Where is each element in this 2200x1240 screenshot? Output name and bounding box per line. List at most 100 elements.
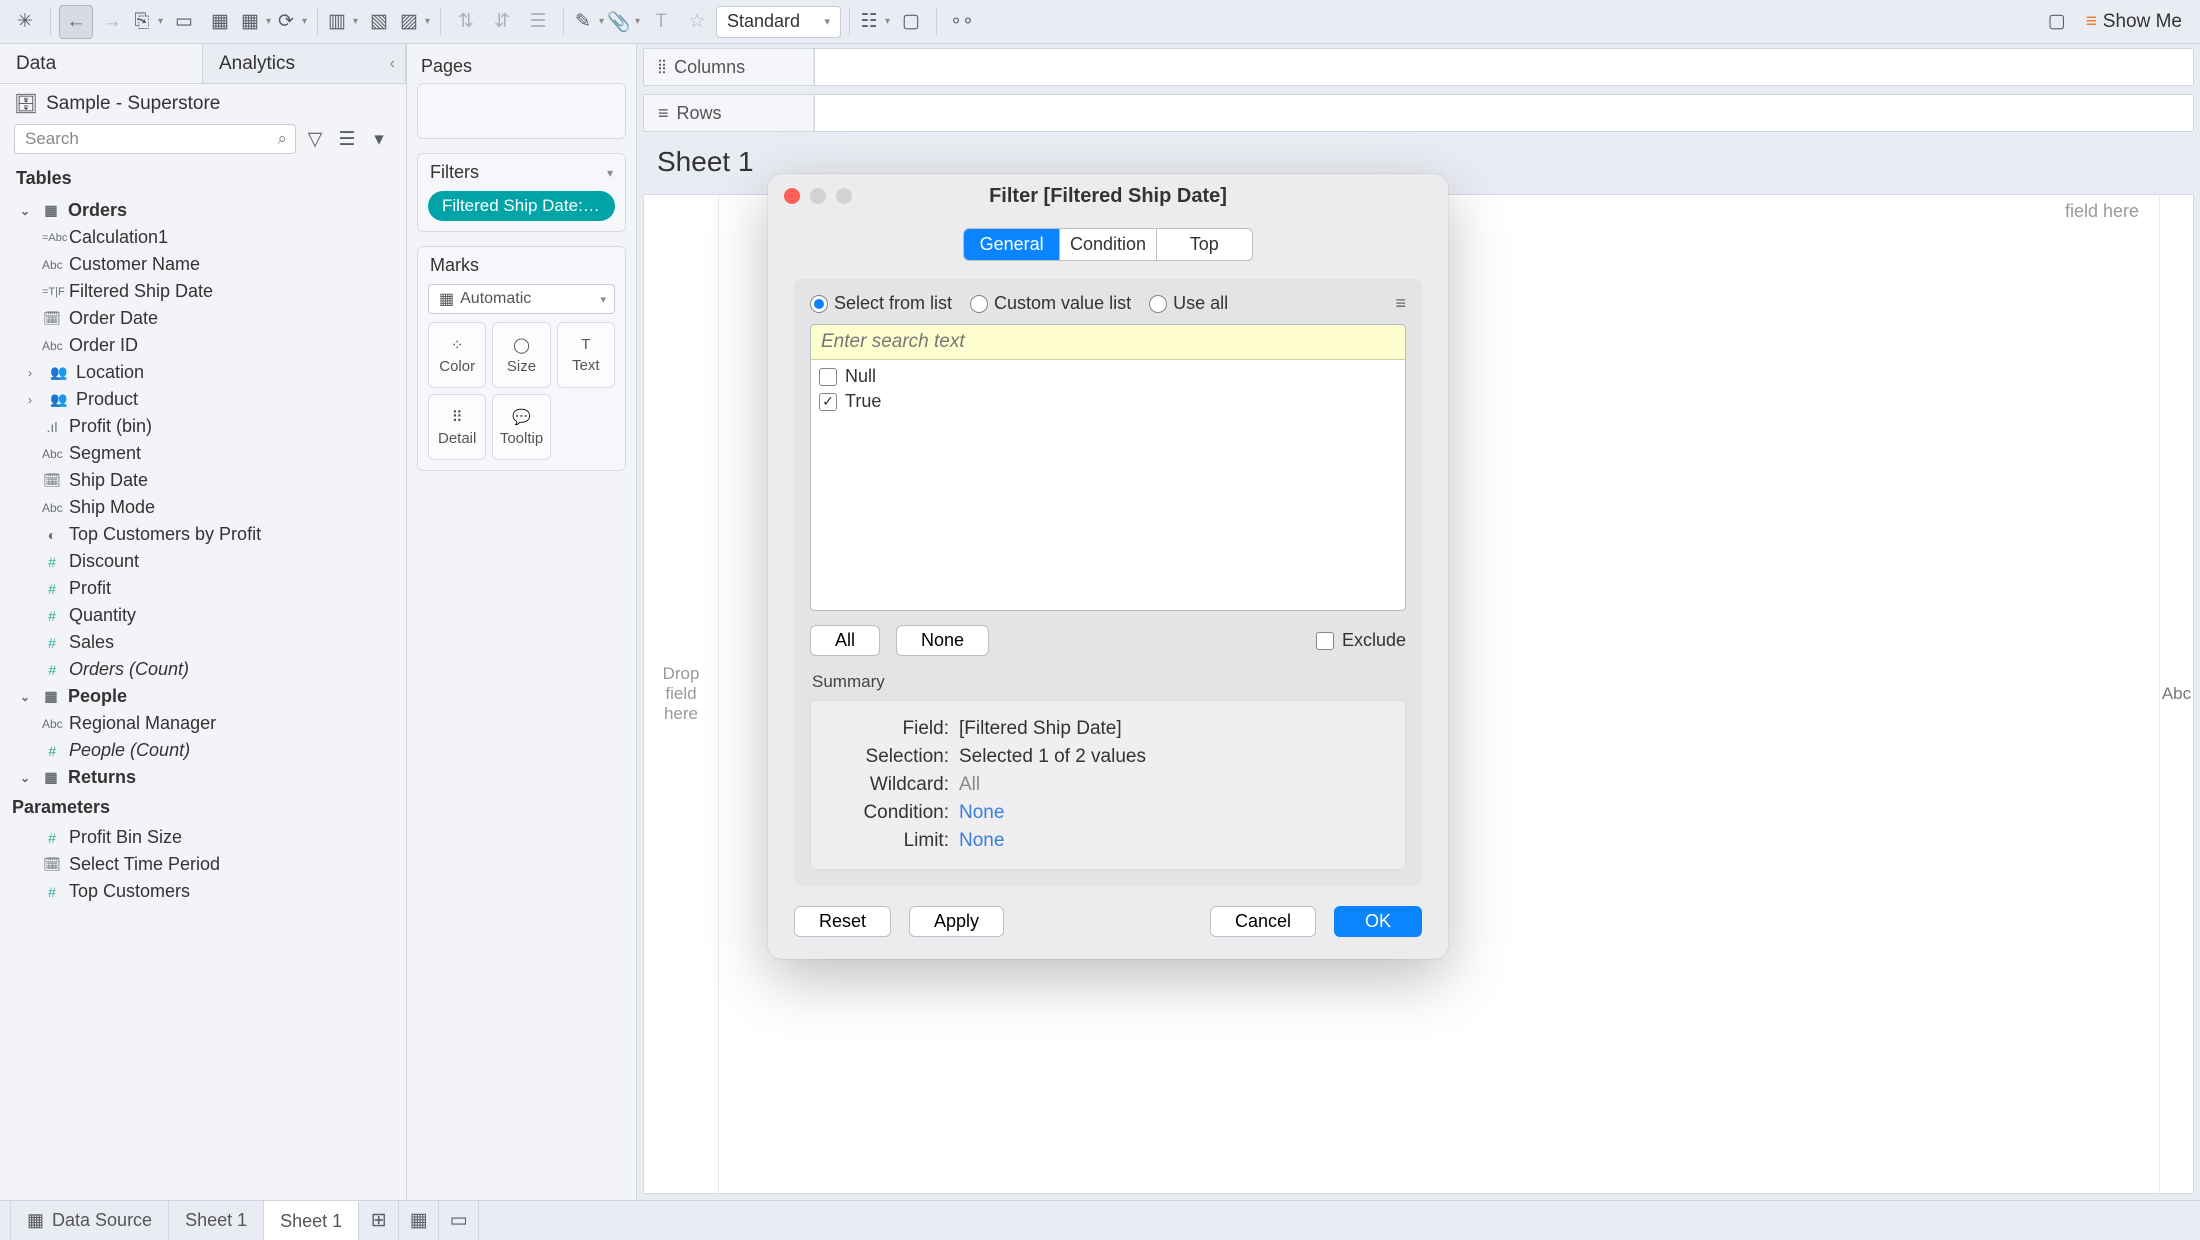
field-filtered-ship-date[interactable]: =T|FFiltered Ship Date [8, 278, 398, 305]
new-sheet-button[interactable]: ▥ [326, 5, 360, 39]
minimize-window-button[interactable] [810, 188, 826, 204]
labels-button[interactable]: T [644, 5, 678, 39]
marks-size[interactable]: ◯Size [492, 322, 550, 388]
filter-dialog: Filter [Filtered Ship Date] General Cond… [768, 174, 1448, 959]
new-worksheet-button[interactable]: ▦ [203, 5, 237, 39]
filter-fields-icon[interactable]: ▽ [302, 126, 328, 152]
field-order-date[interactable]: 🗓Order Date [8, 305, 398, 332]
share-button[interactable]: ∘∘ [945, 5, 979, 39]
group-button[interactable]: 📎 [608, 5, 642, 39]
clear-button[interactable]: ▧ [362, 5, 396, 39]
ok-button[interactable]: OK [1334, 906, 1422, 937]
filters-shelf[interactable]: Filters▾ Filtered Ship Date: Tr.. [417, 153, 626, 232]
new-worksheet-tab[interactable]: ⊞ [359, 1201, 399, 1240]
tab-top[interactable]: Top [1156, 229, 1252, 260]
marks-detail[interactable]: ⠿Detail [428, 394, 486, 460]
apply-button[interactable]: Apply [909, 906, 1004, 937]
tab-sheet1-a[interactable]: Sheet 1 [169, 1201, 264, 1240]
field-profit-bin[interactable]: .ılProfit (bin) [8, 413, 398, 440]
radio-select-from-list[interactable]: Select from list [810, 293, 952, 314]
datasource-row[interactable]: 🗄 Sample - Superstore [0, 84, 406, 124]
filter-value-true[interactable]: True [819, 389, 1397, 414]
rows-shelf[interactable]: ≡Rows [643, 94, 2194, 132]
tab-data-source[interactable]: ▦Data Source [10, 1201, 169, 1240]
table-orders[interactable]: ⌄▦Orders [8, 197, 398, 224]
field-ship-mode[interactable]: AbcShip Mode [8, 494, 398, 521]
field-profit[interactable]: #Profit [8, 575, 398, 602]
collapse-pane-icon[interactable]: ‹ [390, 55, 395, 73]
present-icon[interactable]: ▢ [2040, 5, 2074, 39]
field-search-input[interactable]: Search ⌕ [14, 124, 296, 154]
field-quantity[interactable]: #Quantity [8, 602, 398, 629]
zoom-window-button[interactable] [836, 188, 852, 204]
sort-asc-button[interactable]: ⇅ [449, 5, 483, 39]
show-cards-button[interactable]: ☷ [858, 5, 892, 39]
pages-label: Pages [407, 44, 636, 83]
text-icon: T [581, 336, 590, 353]
cancel-button[interactable]: Cancel [1210, 906, 1316, 937]
reset-button[interactable]: Reset [794, 906, 891, 937]
save-button[interactable]: ⎘ [131, 5, 165, 39]
param-select-time-period[interactable]: 🗓Select Time Period [8, 851, 398, 878]
tab-analytics[interactable]: Analytics‹ [203, 44, 406, 83]
field-people-count[interactable]: #People (Count) [8, 737, 398, 764]
field-segment[interactable]: AbcSegment [8, 440, 398, 467]
filter-value-null[interactable]: Null [819, 364, 1397, 389]
marks-tooltip[interactable]: 💬Tooltip [492, 394, 550, 460]
field-order-id[interactable]: AbcOrder ID [8, 332, 398, 359]
field-location[interactable]: ›👥Location [8, 359, 398, 386]
list-options-icon[interactable]: ≡ [1395, 293, 1406, 314]
tab-data[interactable]: Data [0, 44, 203, 83]
new-story-tab[interactable]: ▭ [439, 1201, 479, 1240]
presentation-button[interactable]: ▢ [894, 5, 928, 39]
select-all-button[interactable]: All [810, 625, 880, 656]
exclude-checkbox[interactable]: Exclude [1316, 630, 1406, 651]
field-product[interactable]: ›👥Product [8, 386, 398, 413]
pin-button[interactable]: ☆ [680, 5, 714, 39]
tab-sheet1-b[interactable]: Sheet 1 [264, 1201, 359, 1240]
close-window-button[interactable] [784, 188, 800, 204]
field-orders-count[interactable]: #Orders (Count) [8, 656, 398, 683]
radio-use-all[interactable]: Use all [1149, 293, 1228, 314]
field-regional-manager[interactable]: AbcRegional Manager [8, 710, 398, 737]
param-profit-bin-size[interactable]: #Profit Bin Size [8, 824, 398, 851]
field-top-customers-by-profit[interactable]: ◐Top Customers by Profit [8, 521, 398, 548]
logo-icon[interactable]: ✳ [8, 5, 42, 39]
new-dashboard-tab[interactable]: ▦ [399, 1201, 439, 1240]
forward-button[interactable]: → [95, 5, 129, 39]
marks-text[interactable]: TText [557, 322, 615, 388]
drop-field-left[interactable]: Drop field here [644, 195, 719, 1193]
radio-custom-value-list[interactable]: Custom value list [970, 293, 1131, 314]
filters-menu-icon[interactable]: ▾ [607, 166, 613, 180]
tab-condition[interactable]: Condition [1059, 229, 1155, 260]
sort-desc-button[interactable]: ⇵ [485, 5, 519, 39]
filter-pill[interactable]: Filtered Ship Date: Tr.. [428, 191, 615, 221]
table-returns[interactable]: ⌄▦Returns [8, 764, 398, 791]
field-calculation1[interactable]: =AbcCalculation1 [8, 224, 398, 251]
totals-button[interactable]: ☰ [521, 5, 555, 39]
fit-dropdown[interactable]: Standard [716, 6, 841, 38]
highlight-button[interactable]: ✎ [572, 5, 606, 39]
refresh-button[interactable]: ⟳ [275, 5, 309, 39]
param-top-customers[interactable]: #Top Customers [8, 878, 398, 905]
show-me-button[interactable]: ≡ Show Me [2076, 5, 2192, 39]
marks-color[interactable]: ⁘Color [428, 322, 486, 388]
new-ds-button[interactable]: ▭ [167, 5, 201, 39]
marks-type-dropdown[interactable]: ▦Automatic [428, 284, 615, 314]
sheet-tabs: ▦Data Source Sheet 1 Sheet 1 ⊞ ▦ ▭ [0, 1200, 2200, 1240]
swap-button[interactable]: ▨ [398, 5, 432, 39]
field-customer-name[interactable]: AbcCustomer Name [8, 251, 398, 278]
table-people[interactable]: ⌄▦People [8, 683, 398, 710]
select-none-button[interactable]: None [896, 625, 989, 656]
columns-shelf[interactable]: ⦙⦙Columns [643, 48, 2194, 86]
field-discount[interactable]: #Discount [8, 548, 398, 575]
field-ship-date[interactable]: 🗓Ship Date [8, 467, 398, 494]
view-fields-icon[interactable]: ☰ [334, 126, 360, 152]
fields-menu-icon[interactable]: ▾ [366, 126, 392, 152]
field-sales[interactable]: #Sales [8, 629, 398, 656]
back-button[interactable]: ← [59, 5, 93, 39]
duplicate-button[interactable]: ▦ [239, 5, 273, 39]
tab-general[interactable]: General [964, 229, 1059, 260]
pages-shelf[interactable] [417, 83, 626, 139]
filter-search-input[interactable]: Enter search text [811, 325, 1405, 360]
